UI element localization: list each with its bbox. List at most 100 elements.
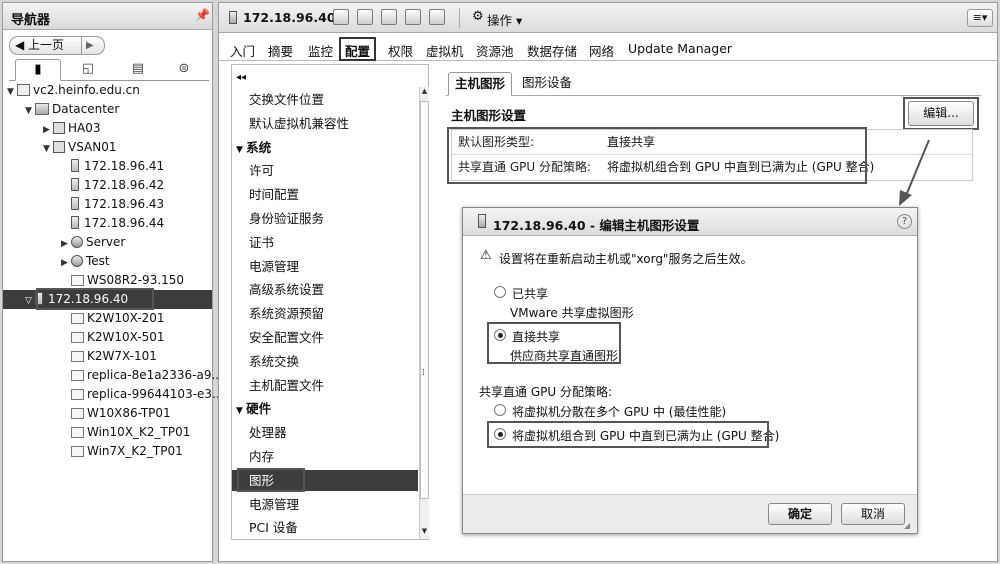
tree-item[interactable]: W10X86-TP01 bbox=[3, 404, 212, 423]
add-host-icon[interactable] bbox=[333, 9, 349, 25]
settings-item[interactable]: 主机配置文件 bbox=[249, 375, 418, 396]
tab-8[interactable]: 网络 bbox=[589, 41, 614, 60]
tree-item-label: Server bbox=[86, 235, 126, 249]
settings-item[interactable]: 安全配置文件 bbox=[249, 327, 418, 348]
tab-3[interactable]: 配置 bbox=[339, 37, 377, 61]
settings-item[interactable]: 时间配置 bbox=[249, 184, 418, 205]
section-collapse-icon[interactable]: ▼ bbox=[236, 406, 246, 416]
cluster-icon bbox=[53, 141, 65, 153]
settings-item[interactable]: 电源管理 bbox=[249, 494, 418, 515]
scroll-down-icon[interactable]: ▼ bbox=[420, 527, 429, 539]
settings-item-label: 安全配置文件 bbox=[249, 330, 325, 345]
tree-item[interactable]: ▶ HA03 bbox=[3, 119, 212, 138]
radio-shared[interactable] bbox=[494, 286, 506, 298]
tab-9[interactable]: Update Manager bbox=[628, 41, 732, 56]
pin-icon[interactable]: 📌 bbox=[195, 8, 210, 22]
tree-item-label: K2W7X-101 bbox=[87, 349, 157, 363]
ok-button[interactable]: 确定 bbox=[768, 503, 832, 525]
deploy-ovf-icon[interactable] bbox=[381, 9, 397, 25]
section-collapse-icon[interactable]: ▼ bbox=[236, 145, 246, 155]
resource-pool-icon bbox=[71, 236, 83, 248]
actions-menu[interactable]: 操作 ▾ bbox=[487, 10, 522, 29]
host-icon bbox=[71, 178, 79, 191]
settings-item[interactable]: 高级系统设置 bbox=[249, 279, 418, 300]
vm-icon bbox=[71, 370, 84, 381]
tree-item[interactable]: ▼ vc2.heinfo.edu.cn bbox=[3, 81, 212, 100]
vm-icon bbox=[71, 275, 84, 286]
tab-5[interactable]: 虚拟机 bbox=[426, 41, 464, 60]
tree-item[interactable]: Win7X_K2_TP01 bbox=[3, 442, 212, 461]
network-tab[interactable]: ⊜ bbox=[161, 59, 207, 81]
back-button[interactable]: ◀ 上一页 bbox=[10, 37, 82, 54]
settings-scrollbar[interactable]: ▲ ▼ bbox=[419, 87, 429, 539]
toolbar-host-name: 172.18.96.40 bbox=[243, 10, 336, 25]
tree-item-label: 172.18.96.44 bbox=[84, 216, 165, 230]
settings-item-label: PCI 设备 bbox=[249, 520, 298, 536]
datacenter-icon bbox=[35, 103, 49, 115]
settings-item[interactable]: 默认虚拟机兼容性 bbox=[249, 113, 418, 134]
settings-item-label: 时间配置 bbox=[249, 187, 300, 203]
tree-item[interactable]: ▼ Datacenter bbox=[3, 100, 212, 119]
tree-item-label: Win10X_K2_TP01 bbox=[87, 425, 191, 439]
tree-item[interactable]: K2W7X-101 bbox=[3, 347, 212, 366]
settings-item[interactable]: 系统资源预留 bbox=[249, 303, 418, 324]
tree-item[interactable]: K2W10X-501 bbox=[3, 328, 212, 347]
tree-item[interactable]: ▼ VSAN01 bbox=[3, 138, 212, 157]
vm-icon bbox=[71, 446, 84, 457]
tab-host-graphics[interactable]: 主机图形 bbox=[448, 72, 513, 96]
tree-item[interactable]: replica-99644103-e3... bbox=[3, 385, 224, 404]
help-icon[interactable]: ? bbox=[897, 214, 912, 229]
forward-button[interactable]: ▶ bbox=[86, 37, 102, 54]
tree-item[interactable]: ▶ Server bbox=[3, 233, 212, 252]
vms-templates-tab[interactable]: ◱ bbox=[65, 59, 111, 81]
view-menu-button[interactable]: ≡▾ bbox=[967, 9, 993, 27]
maintenance-icon[interactable] bbox=[405, 9, 421, 25]
settings-section[interactable]: ▼ 硬件 bbox=[236, 398, 406, 419]
tab-6[interactable]: 资源池 bbox=[476, 41, 514, 60]
resize-grip-icon[interactable]: ◢ bbox=[904, 521, 910, 530]
hosts-clusters-tab[interactable]: ▮ bbox=[15, 59, 61, 81]
settings-item[interactable]: 处理器 bbox=[249, 422, 418, 443]
cancel-button[interactable]: 取消 bbox=[841, 503, 905, 525]
vm-icon bbox=[71, 389, 84, 400]
tree-item[interactable]: replica-8e1a2336-a9... bbox=[3, 366, 223, 385]
settings-item[interactable]: 交换文件位置 bbox=[249, 89, 418, 110]
tab-0[interactable]: 入门 bbox=[230, 41, 255, 60]
host-icon bbox=[229, 11, 237, 24]
scroll-thumb[interactable] bbox=[420, 101, 429, 499]
splitter-grip-icon[interactable]: ⁞ bbox=[422, 368, 425, 378]
navigator-panel: 导航器 📌 ◀ 上一页 ▶ ▮ ◱ ▤ ⊜ ▼ vc2.heinfo.edu.cn… bbox=[2, 2, 224, 562]
scroll-up-icon[interactable]: ▲ bbox=[420, 87, 429, 99]
selected-host-highlight bbox=[36, 288, 154, 310]
tab-graphics-devices[interactable]: 图形设备 bbox=[516, 72, 578, 96]
settings-item[interactable]: 内存 bbox=[249, 446, 418, 467]
tab-4[interactable]: 权限 bbox=[388, 41, 413, 60]
settings-item[interactable]: 身份验证服务 bbox=[249, 208, 418, 229]
tab-1[interactable]: 摘要 bbox=[268, 41, 293, 60]
tree-item[interactable]: K2W10X-201 bbox=[3, 309, 212, 328]
storage-tab[interactable]: ▤ bbox=[115, 59, 161, 81]
tree-item[interactable]: ▶ Test bbox=[3, 252, 212, 271]
tree-item[interactable]: 172.18.96.42 bbox=[3, 176, 212, 195]
new-vm-icon[interactable] bbox=[357, 9, 373, 25]
tree-item[interactable]: Win10X_K2_TP01 bbox=[3, 423, 212, 442]
tree-item[interactable]: 172.18.96.44 bbox=[3, 214, 212, 233]
tree-item[interactable]: 172.18.96.43 bbox=[3, 195, 212, 214]
tree-item-label: HA03 bbox=[68, 121, 101, 135]
settings-item[interactable]: PCI 设备 bbox=[249, 517, 418, 538]
tree-item[interactable]: 172.18.96.41 bbox=[3, 157, 212, 176]
settings-item[interactable]: 许可 bbox=[249, 160, 418, 181]
section-title: 主机图形设置 bbox=[451, 108, 527, 123]
settings-item[interactable]: 电源管理 bbox=[249, 256, 418, 277]
collapse-icon[interactable]: ◂◂ bbox=[236, 72, 246, 83]
tab-2[interactable]: 监控 bbox=[308, 41, 333, 60]
settings-section[interactable]: ▼ 系统 bbox=[236, 137, 406, 158]
radio-spread-vms[interactable] bbox=[494, 404, 506, 416]
settings-item-label: 许可 bbox=[249, 163, 275, 179]
annotation-arrow bbox=[899, 139, 930, 206]
settings-item[interactable]: 系统交换 bbox=[249, 351, 418, 372]
settings-item[interactable]: 证书 bbox=[249, 232, 418, 253]
reboot-icon[interactable] bbox=[429, 9, 445, 25]
tab-7[interactable]: 数据存储 bbox=[527, 41, 577, 60]
tree-item-label: 172.18.96.41 bbox=[84, 159, 165, 173]
